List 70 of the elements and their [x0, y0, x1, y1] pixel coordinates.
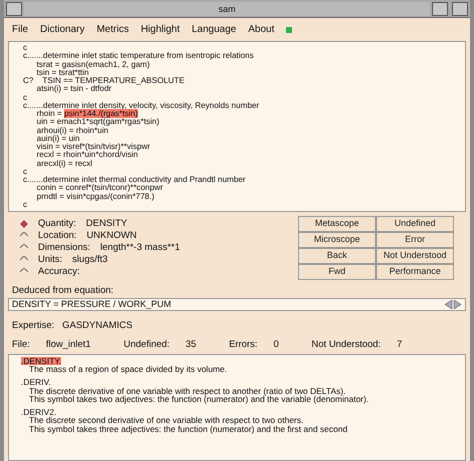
property-label: Quantity: — [38, 216, 76, 231]
property-value: length**-3 mass**1 — [100, 240, 180, 255]
nav-button[interactable]: Performance — [376, 264, 454, 280]
nav-button[interactable]: Undefined — [376, 216, 454, 232]
code-line: c — [23, 94, 28, 102]
definition-term[interactable]: .DERIV2. — [21, 408, 56, 416]
definition-term[interactable]: .DENSITY. — [21, 356, 62, 366]
code-line: visin = visref*(tsin/tvisr)**vispwr — [36, 143, 152, 151]
stat-label: Not Understood: — [312, 338, 381, 352]
nav-button[interactable]: Error — [376, 232, 454, 248]
property-label: Accuracy: — [38, 264, 80, 279]
code-line: arecxl(i) = recxl — [36, 160, 94, 168]
stat-label: Errors: — [228, 338, 258, 352]
expertise-value: GASDYNAMICS — [62, 319, 132, 334]
stat-value: 0 — [273, 338, 279, 352]
code-line: prndtl = visin*cpgas/(conin*778.) — [36, 192, 154, 201]
stat-value: flow_inlet1 — [46, 338, 91, 352]
code-line: uin = emach1*sqrt(gam*rgas*tsin) — [36, 118, 160, 126]
definition-term[interactable]: .DERIV. — [21, 378, 51, 387]
definition-text: This symbol takes two adjectives: the function (numerator) and the variable (denominator). — [28, 395, 370, 404]
code-line: c — [23, 168, 28, 176]
minimize-button[interactable] — [432, 2, 448, 16]
menu-item[interactable]: File — [12, 22, 28, 37]
menu-item[interactable]: Highlight — [140, 22, 180, 37]
property-value: slugs/ft3 — [72, 252, 108, 267]
nav-button[interactable]: Fwd — [298, 264, 376, 280]
code-line: c.......determine inlet density, velocity, viscosity, Reynolds number — [23, 102, 260, 110]
definition-text: This symbol takes three adjectives: the function (numerator) and the first and second — [28, 424, 348, 434]
expertise-label: Expertise: — [12, 319, 54, 334]
code-line: tsin = tsrat*ttin — [36, 68, 89, 77]
menu-item[interactable]: Metrics — [96, 22, 129, 37]
deduced-label: Deduced from equation: — [11, 284, 114, 298]
window-menu-button[interactable] — [6, 2, 22, 16]
property-label: Dimensions: — [38, 240, 90, 255]
definition-text: The discrete derivative of one variable with respect to another (ratio of two DELTAs). — [28, 386, 346, 396]
nav-button[interactable]: Microscope — [298, 232, 376, 248]
code-line: c — [23, 44, 28, 52]
property-label: Units: — [38, 252, 62, 267]
property-value: UNKNOWN — [86, 228, 137, 243]
nav-button[interactable]: Not Understood — [376, 248, 454, 264]
definition-text: The mass of a region of space divided by its volume. — [29, 365, 228, 374]
code-line: c.......determine inlet static temperature from isentropic relations — [23, 52, 255, 60]
code-line: recxl = rhoin*uin*chord/visin — [36, 151, 138, 160]
maximize-button[interactable] — [452, 2, 468, 16]
code-line: tsrat = gasisn(emach1, 2, gam) — [36, 60, 150, 69]
stat-value: 35 — [186, 338, 196, 352]
code-line: auin(i) = uin — [36, 134, 81, 143]
stat-label: Undefined: — [124, 338, 170, 352]
property-label: Location: — [38, 228, 77, 243]
code-line: arhoui(i) = rhoin*uin — [36, 126, 108, 135]
status-indicator-icon — [286, 26, 292, 32]
stat-value: 7 — [396, 338, 402, 352]
equation-text: DENSITY = PRESSURE / WORK_PUM — [12, 298, 172, 311]
code-line: c.......determine inlet thermal conductivity and Prandtl number — [23, 176, 247, 184]
code-line: C? TSIN == TEMPERATURE_ABSOLUTE — [23, 77, 186, 85]
code-line: c — [23, 200, 28, 209]
nav-button[interactable]: Back — [298, 248, 376, 264]
menu-item[interactable]: Dictionary — [40, 22, 85, 37]
definition-text: The discrete second derivative of one variable with respect to two others. — [28, 416, 305, 425]
stat-label: File: — [12, 338, 30, 352]
code-line: rhoin = psin*144./(rgas*tsin) — [36, 110, 138, 118]
radio-button[interactable] — [20, 220, 28, 228]
menu-item[interactable]: About — [248, 22, 274, 37]
nav-button[interactable]: Metascope — [298, 216, 376, 232]
code-line: conin = conref*(tsin/tconr)**conpwr — [36, 184, 163, 192]
menu-item[interactable]: Language — [192, 22, 236, 37]
scroll-arrows-icon[interactable] — [444, 300, 462, 310]
code-line: atsin(i) = tsin - dtfodr — [36, 85, 112, 94]
property-value: DENSITY — [86, 216, 128, 231]
window-title: sam — [24, 2, 430, 16]
